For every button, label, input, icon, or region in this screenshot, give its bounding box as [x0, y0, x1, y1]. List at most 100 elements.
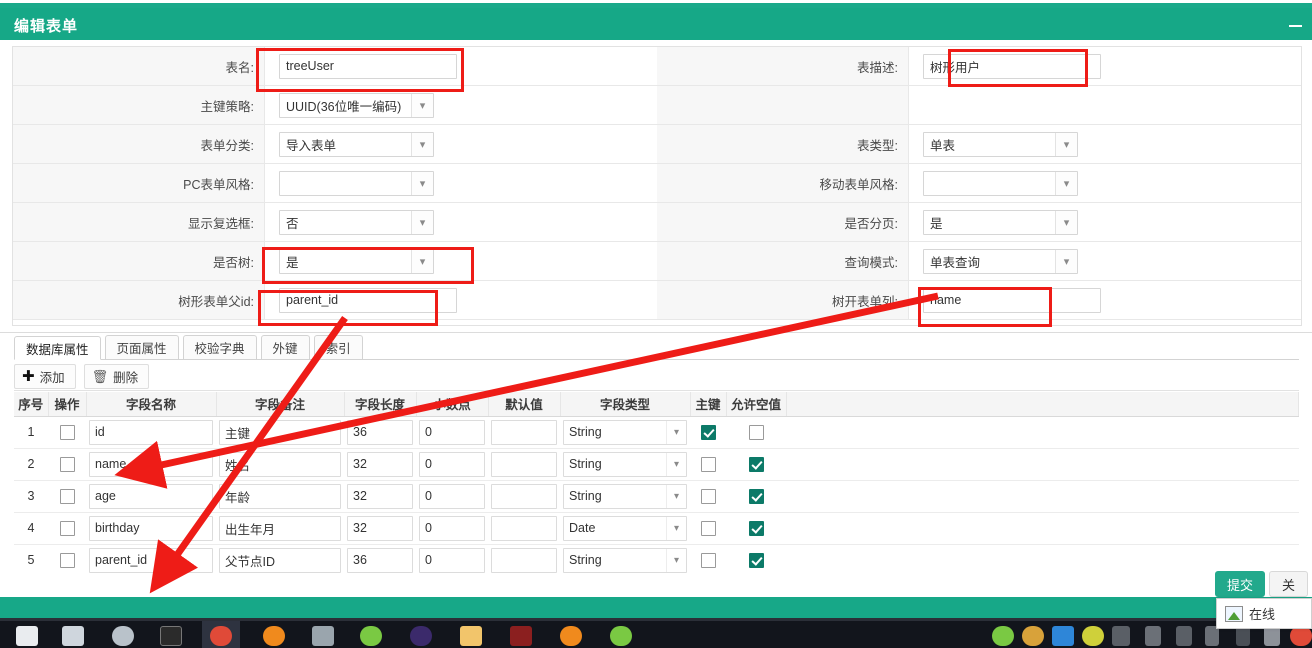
field-name-input[interactable]	[89, 451, 213, 477]
row-select-checkbox[interactable]	[59, 520, 75, 536]
field-remark-input[interactable]	[219, 547, 341, 573]
field-name-input[interactable]	[89, 515, 213, 541]
select-dropdown[interactable]: 是 ▾	[923, 209, 1078, 235]
taskbar-icon-terminal[interactable]	[160, 626, 182, 646]
network-icon[interactable]	[1205, 626, 1219, 646]
field-type-select[interactable]: String ▾	[563, 419, 687, 445]
tab-bar: 数据库属性 页面属性 校验字典 外键 索引	[14, 335, 1299, 360]
taskbar-icon-ie[interactable]	[112, 626, 134, 646]
nullable-checkbox[interactable]	[748, 552, 764, 568]
field-length-input[interactable]	[347, 451, 413, 477]
taskbar-icon-firefox-2[interactable]	[560, 626, 582, 646]
ime-indicator-icon[interactable]	[1264, 626, 1280, 646]
taskbar-icon-tray-orange[interactable]	[1022, 626, 1044, 646]
taskbar-icon-tray-monitor[interactable]	[1145, 626, 1161, 646]
taskbar-icon-app-red[interactable]	[510, 626, 532, 646]
taskbar-icon-folder[interactable]	[460, 626, 482, 646]
taskbar-icon-explorer[interactable]	[62, 626, 84, 646]
text-input[interactable]	[923, 53, 1101, 79]
primary-key-checkbox[interactable]	[700, 488, 716, 504]
tray-notification-popup[interactable]: 在线	[1216, 598, 1312, 629]
taskbar-icon-tool[interactable]	[312, 626, 334, 646]
select-dropdown[interactable]: 导入表单 ▾	[279, 131, 434, 157]
tab-2[interactable]: 校验字典	[182, 335, 257, 359]
add-button[interactable]: ✚ 添加	[14, 364, 76, 389]
primary-key-checkbox[interactable]	[700, 520, 716, 536]
taskbar-icon-tray-misc[interactable]	[1236, 626, 1250, 646]
field-default-input[interactable]	[491, 419, 557, 445]
nullable-checkbox[interactable]	[748, 456, 764, 472]
taskbar-icon-app-purple[interactable]	[410, 626, 432, 646]
row-select-checkbox[interactable]	[59, 488, 75, 504]
text-input[interactable]	[923, 287, 1101, 313]
field-decimal-input[interactable]	[419, 547, 485, 573]
field-decimal-input[interactable]	[419, 451, 485, 477]
tab-4[interactable]: 索引	[313, 335, 363, 359]
primary-key-checkbox[interactable]	[700, 456, 716, 472]
field-type-select[interactable]: String ▾	[563, 547, 687, 573]
select-dropdown[interactable]: ▾	[279, 170, 434, 196]
tab-1[interactable]: 页面属性	[104, 335, 179, 359]
field-type-select[interactable]: String ▾	[563, 451, 687, 477]
field-length-input[interactable]	[347, 515, 413, 541]
field-remark-input[interactable]	[219, 419, 341, 445]
field-length-input[interactable]	[347, 419, 413, 445]
select-dropdown[interactable]: 是 ▾	[279, 248, 434, 274]
nullable-checkbox[interactable]	[748, 520, 764, 536]
taskbar-icon-chrome[interactable]	[210, 626, 232, 646]
row-select-checkbox[interactable]	[59, 456, 75, 472]
primary-key-checkbox[interactable]	[700, 552, 716, 568]
taskbar-icon-tray-gray[interactable]	[1112, 626, 1130, 646]
text-input[interactable]	[279, 287, 457, 313]
field-name-input[interactable]	[89, 547, 213, 573]
primary-key-checkbox[interactable]	[700, 424, 716, 440]
field-default-input[interactable]	[491, 515, 557, 541]
nullable-checkbox[interactable]	[748, 424, 764, 440]
taskbar-icon-app-green-2[interactable]	[610, 626, 632, 646]
field-remark-input[interactable]	[219, 515, 341, 541]
chevron-down-icon: ▾	[1055, 210, 1077, 234]
field-default-input[interactable]	[491, 547, 557, 573]
form-field-label: 移动表单风格:	[819, 177, 898, 192]
form-field-control	[265, 53, 457, 79]
field-type-select[interactable]: String ▾	[563, 483, 687, 509]
select-dropdown[interactable]: 单表查询 ▾	[923, 248, 1078, 274]
taskbar-icon-start[interactable]	[16, 626, 38, 646]
volume-icon[interactable]	[1176, 626, 1192, 646]
taskbar-icon-app-green[interactable]	[360, 626, 382, 646]
form-row: PC表单风格: ▾ 移动表单风格: ▾	[13, 164, 1301, 203]
close-button[interactable]: 关	[1268, 571, 1308, 597]
tab-0[interactable]: 数据库属性	[14, 336, 101, 360]
taskbar-icon-firefox[interactable]	[263, 626, 285, 646]
field-decimal-input[interactable]	[419, 419, 485, 445]
field-decimal-input[interactable]	[419, 515, 485, 541]
row-select-checkbox[interactable]	[59, 552, 75, 568]
select-dropdown[interactable]: 否 ▾	[279, 209, 434, 235]
trash-icon: 🗑	[91, 369, 109, 384]
taskbar-icon-tray-green[interactable]	[992, 626, 1014, 646]
text-input[interactable]	[279, 53, 457, 79]
field-default-input[interactable]	[491, 451, 557, 477]
field-remark-input[interactable]	[219, 483, 341, 509]
field-name-input[interactable]	[89, 419, 213, 445]
select-dropdown[interactable]: 单表 ▾	[923, 131, 1078, 157]
field-length-input[interactable]	[347, 483, 413, 509]
minimize-button[interactable]	[1278, 8, 1312, 40]
submit-button[interactable]: 提交	[1214, 571, 1265, 597]
tab-3[interactable]: 外键	[260, 335, 310, 359]
field-default-input[interactable]	[491, 483, 557, 509]
taskbar-icon-tray-yellow[interactable]	[1082, 626, 1104, 646]
field-decimal-input[interactable]	[419, 483, 485, 509]
delete-button[interactable]: 🗑 删除	[83, 364, 150, 389]
field-default-input-cell	[488, 544, 560, 574]
select-dropdown[interactable]: UUID(36位唯一编码) ▾	[279, 92, 434, 118]
field-name-input[interactable]	[89, 483, 213, 509]
field-length-input[interactable]	[347, 547, 413, 573]
taskbar-icon-tray-red[interactable]	[1290, 626, 1312, 646]
field-type-select[interactable]: Date ▾	[563, 515, 687, 541]
row-select-checkbox[interactable]	[59, 424, 75, 440]
select-dropdown[interactable]: ▾	[923, 170, 1078, 196]
field-remark-input[interactable]	[219, 451, 341, 477]
nullable-checkbox[interactable]	[748, 488, 764, 504]
taskbar-icon-tray-blue[interactable]	[1052, 626, 1074, 646]
